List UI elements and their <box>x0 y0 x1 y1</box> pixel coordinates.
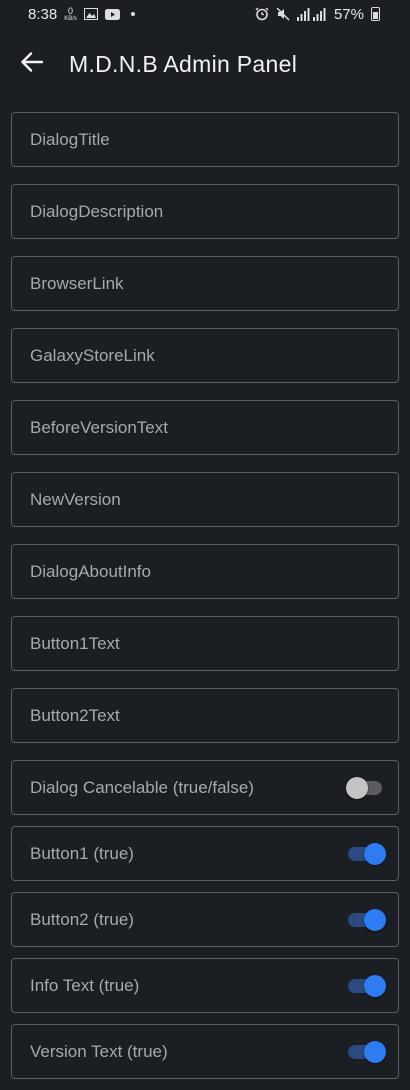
info-text-row: Info Text (true) <box>11 958 399 1013</box>
field-hint: BrowserLink <box>30 273 124 293</box>
new-version-field[interactable]: NewVersion <box>11 472 399 527</box>
dialog-title-field[interactable]: DialogTitle <box>11 112 399 167</box>
browser-link-field[interactable]: BrowserLink <box>11 256 399 311</box>
dialog-cancelable-switch[interactable] <box>346 776 386 800</box>
button1-text-field[interactable]: Button1Text <box>11 616 399 671</box>
settings-form: DialogTitle DialogDescription BrowserLin… <box>11 112 399 1090</box>
field-hint: BeforeVersionText <box>30 417 168 437</box>
switch-thumb <box>364 1040 386 1063</box>
switch-label: Button2 (true) <box>30 909 134 929</box>
switch-label: Button1 (true) <box>30 843 134 863</box>
dialog-description-field[interactable]: DialogDescription <box>11 184 399 239</box>
signal-icon <box>296 7 327 21</box>
switch-label: Info Text (true) <box>30 975 140 995</box>
switch-thumb <box>346 776 368 799</box>
switch-label: Dialog Cancelable (true/false) <box>30 777 254 797</box>
switch-label: Version Text (true) <box>30 1041 168 1061</box>
dialog-about-info-field[interactable]: DialogAboutInfo <box>11 544 399 599</box>
app-bar: M.D.N.B Admin Panel <box>0 28 410 100</box>
version-text-switch[interactable] <box>346 1040 386 1064</box>
alarm-icon <box>255 7 269 21</box>
youtube-icon <box>104 8 120 20</box>
battery-icon <box>371 7 380 21</box>
field-hint: Button1Text <box>30 633 120 653</box>
notification-dot-icon <box>130 12 135 16</box>
gallery-icon <box>83 8 98 20</box>
field-hint: DialogDescription <box>30 201 164 221</box>
switch-thumb <box>364 842 386 865</box>
version-text-row: Version Text (true) <box>11 1024 399 1079</box>
button1-row: Button1 (true) <box>11 826 399 881</box>
button1-switch[interactable] <box>346 842 386 866</box>
galaxy-store-link-field[interactable]: GalaxyStoreLink <box>11 328 399 383</box>
arrow-left-icon <box>21 51 44 77</box>
switch-thumb <box>364 974 386 997</box>
field-hint: DialogAboutInfo <box>30 561 151 581</box>
battery-percent: 57% <box>333 5 364 23</box>
field-hint: NewVersion <box>30 489 121 509</box>
mute-icon <box>276 7 290 21</box>
back-button[interactable] <box>12 44 52 84</box>
status-bar: 8:38 0 KB/s 57% <box>0 0 410 28</box>
button2-text-field[interactable]: Button2Text <box>11 688 399 743</box>
before-version-text-field[interactable]: BeforeVersionText <box>11 400 399 455</box>
network-speed: 0 KB/s <box>64 5 77 22</box>
info-text-switch[interactable] <box>346 974 386 998</box>
status-time: 8:38 <box>28 5 58 23</box>
page-title: M.D.N.B Admin Panel <box>69 50 298 77</box>
field-hint: Button2Text <box>30 705 120 725</box>
button2-row: Button2 (true) <box>11 892 399 947</box>
field-hint: DialogTitle <box>30 129 110 149</box>
button2-switch[interactable] <box>346 908 386 932</box>
switch-thumb <box>364 908 386 931</box>
field-hint: GalaxyStoreLink <box>30 345 155 365</box>
dialog-cancelable-row: Dialog Cancelable (true/false) <box>11 760 399 815</box>
